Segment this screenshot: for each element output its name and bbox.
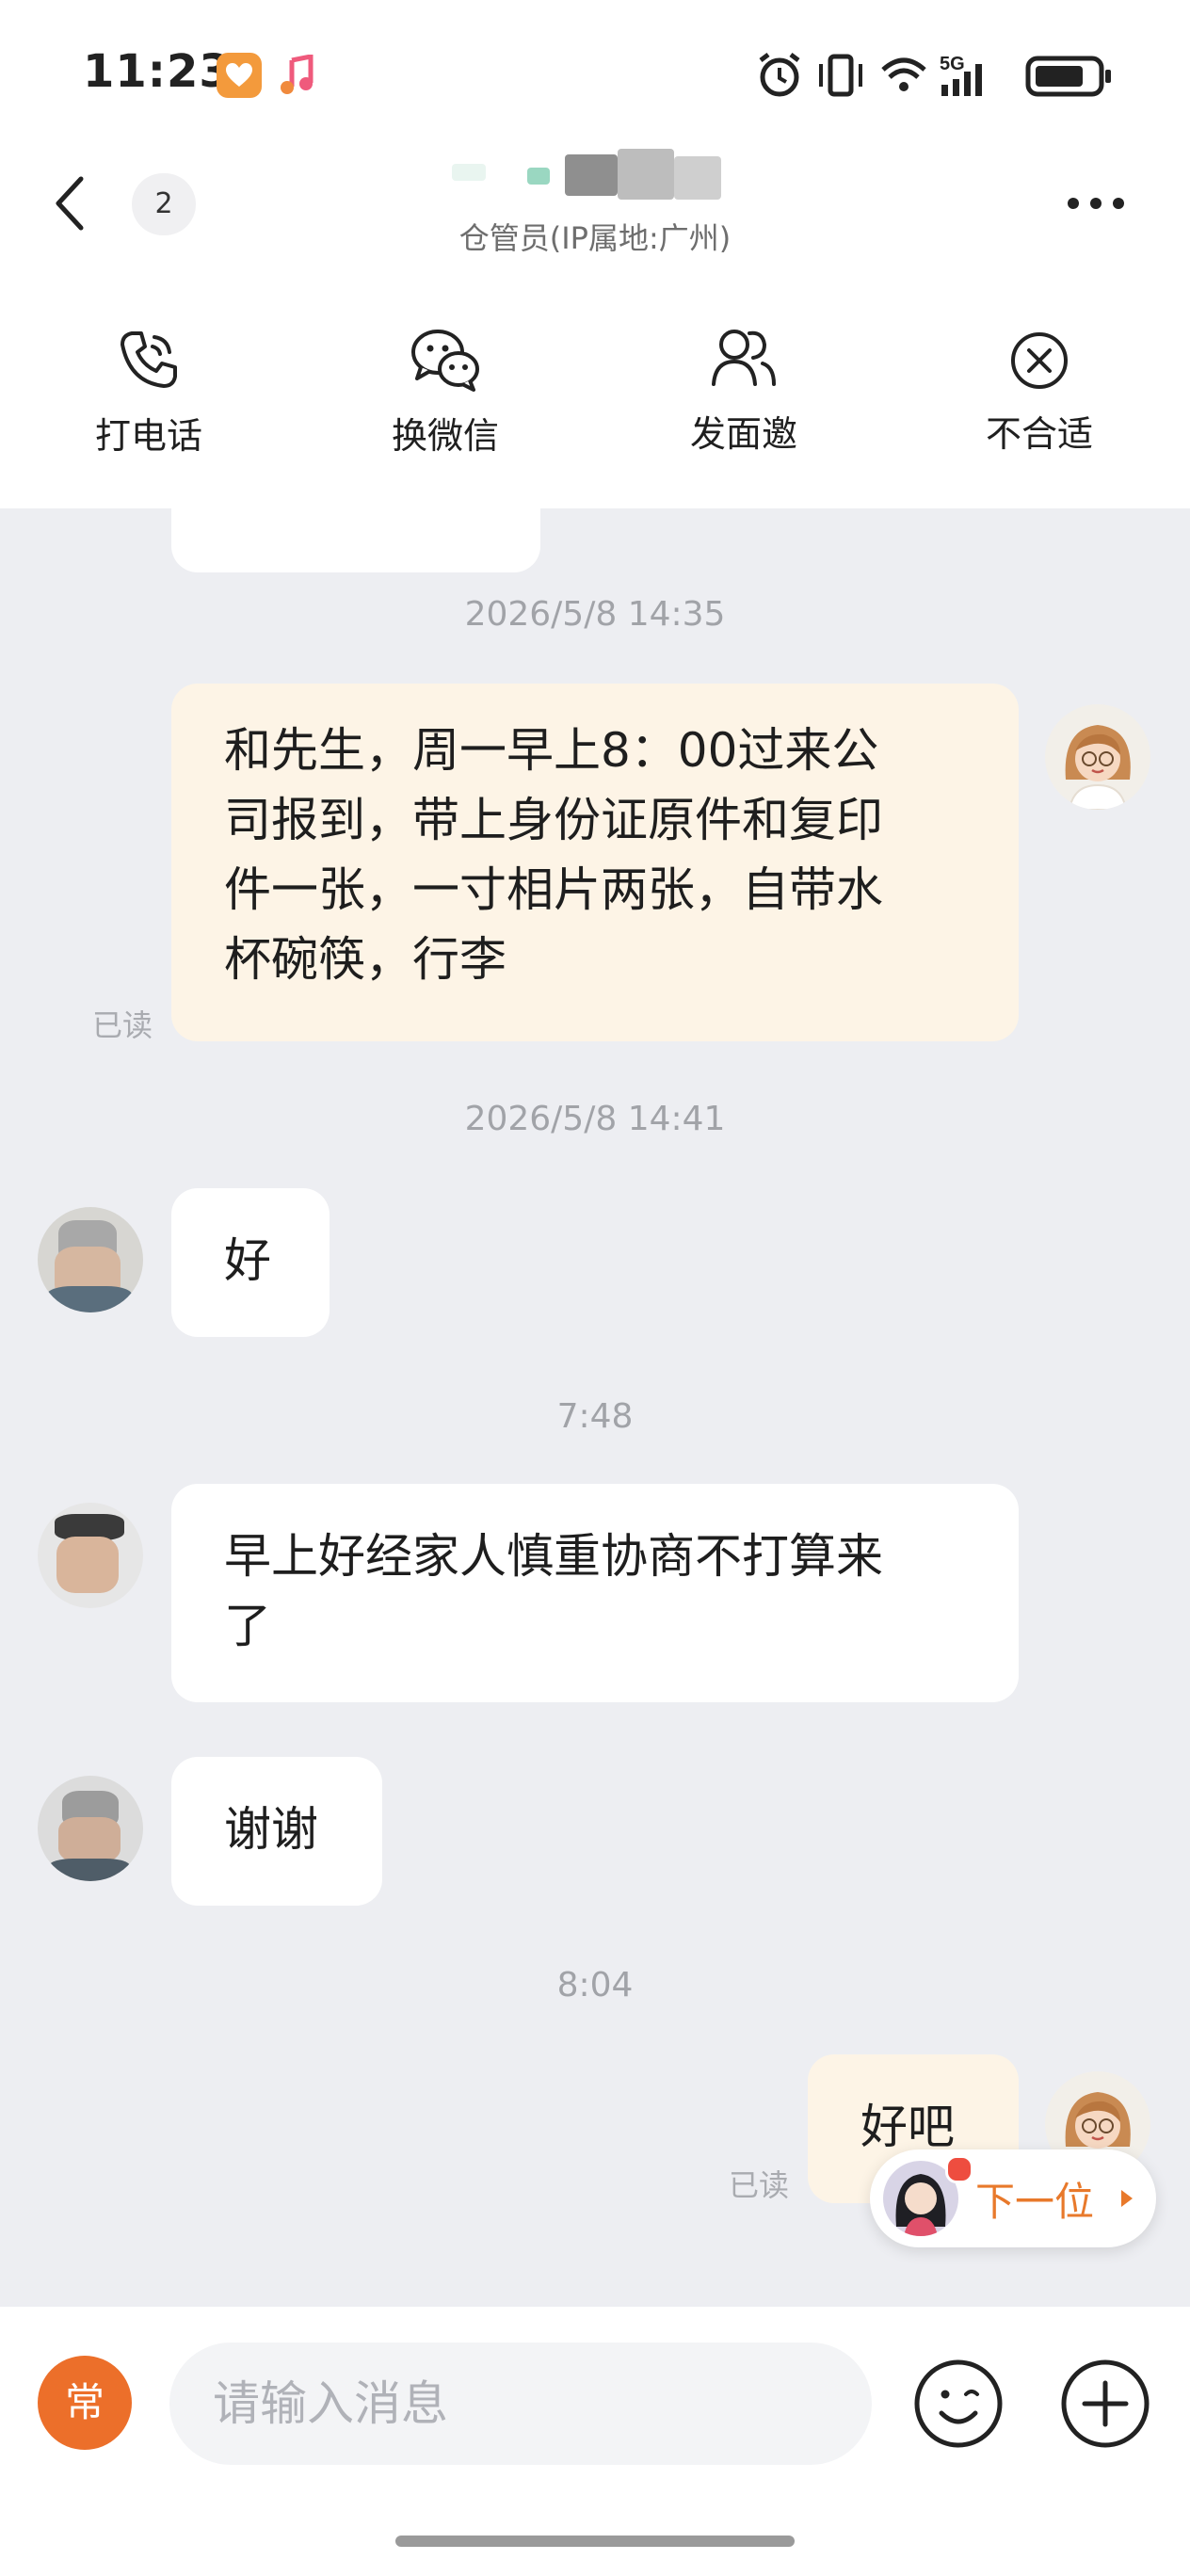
previous-message-bubble[interactable] [171, 508, 540, 572]
battery-icon [1025, 56, 1111, 97]
message-line: 杯碗筷，行李 [224, 932, 507, 987]
candidate-avatar[interactable] [38, 1503, 143, 1608]
message-timestamp: 2026/5/8 14:35 [464, 595, 726, 634]
recruiter-avatar[interactable] [1045, 704, 1150, 810]
message-line: 件一张，一寸相片两张，自带水 [224, 862, 883, 917]
phone-icon [121, 331, 177, 388]
message-line: 和先生，周一早上8：00过来公 [224, 723, 879, 778]
action-label: 发面邀 [689, 413, 797, 455]
their-message-bubble[interactable]: 早上好经家人慎重协商不打算来 了 [171, 1484, 1019, 1702]
message-line: 早上好经家人慎重协商不打算来 [224, 1529, 883, 1584]
wechat-icon [411, 330, 479, 392]
common-phrases-button[interactable]: 常 [38, 2356, 132, 2450]
plus-icon [1061, 2359, 1150, 2448]
emoji-button[interactable] [911, 2357, 1005, 2455]
message-timestamp: 8:04 [556, 1966, 634, 2004]
more-functions-button[interactable] [1058, 2357, 1152, 2455]
my-message-bubble[interactable]: 和先生，周一早上8：00过来公 司报到，带上身份证原件和复印 件一张，一寸相片两… [171, 684, 1019, 1041]
people-icon [712, 330, 776, 386]
message-timestamp: 7:48 [556, 1397, 634, 1436]
home-indicator[interactable] [395, 2536, 795, 2547]
more-options-icon[interactable] [1058, 188, 1134, 217]
vibrate-icon [819, 54, 862, 97]
their-message-bubble[interactable]: 谢谢 [171, 1757, 382, 1906]
music-note-icon [279, 53, 316, 100]
call-action-button[interactable]: 打电话 [55, 326, 243, 459]
contact-subtitle: 仓管员(IP属地:广州) [458, 220, 732, 256]
status-indicators: 5G [753, 49, 1167, 102]
svg-text:5G: 5G [940, 54, 965, 74]
emoji-icon [914, 2359, 1003, 2448]
wifi-icon [881, 57, 926, 91]
action-label: 不合适 [985, 413, 1093, 455]
not-suitable-button[interactable]: 不合适 [945, 330, 1134, 457]
message-line: 司报到，带上身份证原件和复印 [224, 793, 883, 847]
notification-dot [945, 2155, 973, 2183]
send-interview-button[interactable]: 发面邀 [650, 324, 838, 457]
message-line: 了 [224, 1599, 271, 1653]
next-candidate-label: 下一位 [975, 2179, 1095, 2225]
candidate-avatar[interactable] [38, 1207, 143, 1312]
next-candidate-button[interactable]: 下一位 [870, 2149, 1156, 2247]
health-app-icon [217, 53, 262, 98]
message-timestamp: 2026/5/8 14:41 [464, 1100, 726, 1138]
alarm-icon [759, 53, 800, 97]
read-receipt: 已读 [729, 2167, 790, 2203]
read-receipt: 已读 [92, 1007, 153, 1043]
message-line: 好 [224, 1233, 271, 1288]
candidate-avatar[interactable] [38, 1776, 143, 1881]
message-line: 谢谢 [224, 1802, 318, 1857]
exchange-wechat-button[interactable]: 换微信 [351, 324, 539, 459]
action-label: 换微信 [391, 415, 499, 457]
play-arrow-icon [1121, 2190, 1133, 2207]
their-message-bubble[interactable]: 好 [171, 1188, 330, 1337]
status-time: 11:23 [83, 45, 232, 98]
message-input[interactable] [169, 2343, 872, 2465]
action-label: 打电话 [94, 415, 202, 457]
close-circle-icon [1011, 332, 1068, 389]
contact-name-redacted [452, 149, 734, 205]
chat-message-list[interactable]: 2026/5/8 14:35 和先生，周一早上8：00过来公 司报到，带上身份证… [0, 508, 1190, 2307]
